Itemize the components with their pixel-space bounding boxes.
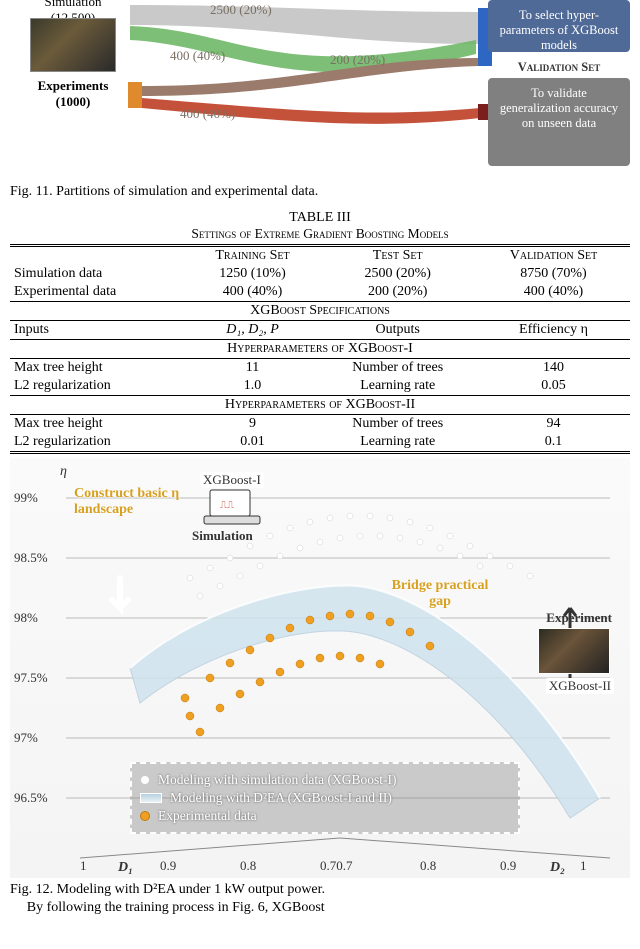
- legend-marker-band: [140, 793, 162, 803]
- spec-head: XGBoost Specifications: [10, 302, 630, 321]
- lbl: Max tree height: [10, 415, 187, 434]
- validation-set-head: Validation Set: [488, 60, 630, 75]
- legend-item: Modeling with simulation data (XGBoost-I…: [140, 772, 510, 788]
- cell: 9: [187, 415, 319, 434]
- row-exp-label: Experimental data: [10, 283, 187, 302]
- cell: 1250 (10%): [187, 265, 319, 283]
- y-tick: 98%: [14, 610, 38, 626]
- construct-ann: Construct basic η landscape: [74, 486, 184, 518]
- lbl: Learning rate: [318, 433, 477, 453]
- inputs-v: D₁, D₂, P: [187, 321, 319, 340]
- experiment-photo: [30, 18, 116, 72]
- cell: 1.0: [187, 377, 319, 396]
- y-tick: 96.5%: [14, 790, 48, 806]
- experiment-tag: Experiment: [546, 610, 612, 626]
- flow-label-sim-test: 2500 (20%): [210, 2, 272, 18]
- lbl: Number of trees: [318, 359, 477, 378]
- col-test: Test Set: [318, 246, 477, 266]
- experiments-label: Experiments (1000): [18, 78, 128, 110]
- cell: 0.05: [477, 377, 630, 396]
- x-tick: 1: [80, 858, 87, 874]
- col-train: Training Set: [187, 246, 319, 266]
- cell: 140: [477, 359, 630, 378]
- cell: 11: [187, 359, 319, 378]
- sankey-diagram: Simulation (12,500) Experiments (1000) 2…: [10, 0, 630, 180]
- legend-text: Modeling with D²EA (XGBoost-I and II): [170, 790, 392, 806]
- x-tick: 0.9: [500, 858, 516, 874]
- x-tick: 1: [580, 858, 587, 874]
- lbl: Learning rate: [318, 377, 477, 396]
- cutoff-text: By following the training process in Fig…: [10, 900, 630, 916]
- table3-subtitle: Settings of Extreme Gradient Boosting Mo…: [10, 226, 630, 242]
- experiment-photo-small: [538, 628, 610, 674]
- flow-label-exp-val: 400 (40%): [180, 106, 235, 122]
- row-sim-label: Simulation data: [10, 265, 187, 283]
- hyper1-head: Hyperparameters of XGBoost-I: [10, 340, 630, 359]
- legend-marker-orange-dot: [140, 811, 150, 821]
- x-tick: 0.8: [420, 858, 436, 874]
- legend-text: Experimental data: [158, 808, 257, 824]
- fig12-caption: Fig. 12. Modeling with D²EA under 1 kW o…: [10, 882, 630, 898]
- xgb2-tag: XGBoost-II: [546, 678, 614, 694]
- validation-set-box: To validate generalization accuracy on u…: [488, 78, 630, 166]
- flow-label-exp-test: 200 (20%): [330, 52, 385, 68]
- laptop-icon: ⎍⎍: [202, 488, 262, 528]
- x-tick: 0.8: [240, 858, 256, 874]
- simulation-tag: Simulation: [192, 528, 253, 544]
- bridge-ann: Bridge practical gap: [380, 578, 500, 610]
- hyper2-head: Hyperparameters of XGBoost-II: [10, 396, 630, 415]
- lbl: Max tree height: [10, 359, 187, 378]
- legend: Modeling with simulation data (XGBoost-I…: [130, 762, 520, 834]
- y-tick: 99%: [14, 490, 38, 506]
- cell: 8750 (70%): [477, 265, 630, 283]
- svg-text:⎍⎍: ⎍⎍: [220, 500, 234, 511]
- legend-item: Experimental data: [140, 808, 510, 824]
- col-val: Validation Set: [477, 246, 630, 266]
- lbl: Number of trees: [318, 415, 477, 434]
- outputs-v: Efficiency η: [477, 321, 630, 340]
- fig12-chart: 99% 98.5% 98% 97.5% 97% 96.5% η 1 0.9 0.…: [10, 458, 630, 878]
- eta-label: η: [60, 464, 67, 480]
- table3-title: TABLE III: [10, 210, 630, 226]
- cell: 400 (40%): [477, 283, 630, 302]
- cell: 2500 (20%): [318, 265, 477, 283]
- cell: 400 (40%): [187, 283, 319, 302]
- d2-label: D₂: [550, 860, 565, 876]
- cell: 94: [477, 415, 630, 434]
- cell: 200 (20%): [318, 283, 477, 302]
- legend-text: Modeling with simulation data (XGBoost-I…: [158, 772, 396, 788]
- xgb1-tag: XGBoost-I: [200, 472, 264, 488]
- fig11-caption: Fig. 11. Partitions of simulation and ex…: [10, 184, 630, 200]
- x-tick: 0.70.7: [320, 858, 353, 874]
- cell: 0.01: [187, 433, 319, 453]
- legend-marker-white-dot: [140, 775, 150, 785]
- y-tick: 97.5%: [14, 670, 48, 686]
- cell: 0.1: [477, 433, 630, 453]
- inputs-l: Inputs: [10, 321, 187, 340]
- x-tick: 0.9: [160, 858, 176, 874]
- legend-item: Modeling with D²EA (XGBoost-I and II): [140, 790, 510, 806]
- flow-label-exp-train: 400 (40%): [170, 48, 225, 64]
- lbl: L2 regularization: [10, 433, 187, 453]
- d1-label: D₁: [118, 860, 133, 876]
- outputs-l: Outputs: [318, 321, 477, 340]
- lbl: L2 regularization: [10, 377, 187, 396]
- table3: Training Set Test Set Validation Set Sim…: [10, 244, 630, 454]
- test-set-box: To select hyper-parameters of XGBoost mo…: [488, 0, 630, 52]
- y-tick: 98.5%: [14, 550, 48, 566]
- y-tick: 97%: [14, 730, 38, 746]
